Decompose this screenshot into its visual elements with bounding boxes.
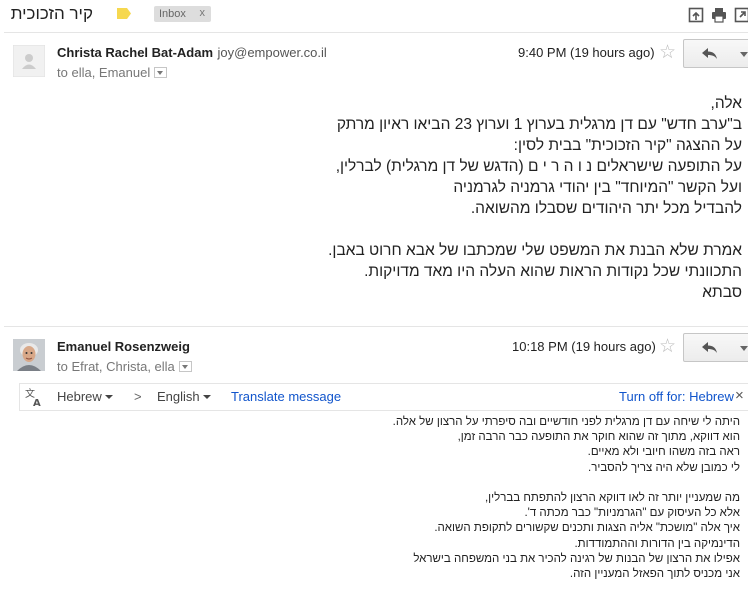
- show-details-dropdown[interactable]: [178, 361, 192, 373]
- sender-name[interactable]: Emanuel Rosenzweig: [57, 339, 190, 354]
- turn-off-translation-link[interactable]: Turn off for: Hebrew: [619, 389, 734, 404]
- body-line: סבתא: [702, 284, 742, 301]
- recipients-list: Efrat, Christa, ella: [71, 359, 175, 374]
- recipients-line: to ella, Emanuel: [57, 65, 168, 80]
- sender-block: Christa Rachel Bat-Adam joy@empower.co.i…: [57, 44, 327, 62]
- show-details-dropdown[interactable]: [154, 67, 168, 79]
- body-line: ב"ערב חדש" עם דן מרגלית בערוץ 1 וערוץ 23…: [336, 116, 742, 133]
- body-line: מה שמעניין יותר זה לאו דווקא הרצון להתפת…: [484, 491, 740, 504]
- body-line: לי כמובן שלא היה צריך להסביר.: [588, 461, 740, 474]
- star-icon[interactable]: ☆: [659, 41, 676, 64]
- sender-email: joy@empower.co.il: [217, 45, 327, 60]
- reply-button[interactable]: [683, 333, 737, 362]
- sender-name[interactable]: Christa Rachel Bat-Adam: [57, 45, 213, 60]
- body-line: על התופעה שישראלים נ ו ה ר י ם (הדגש של …: [335, 158, 742, 175]
- email-subject: קיר הזכוכית: [10, 4, 93, 23]
- avatar: [13, 339, 45, 371]
- body-line: אמרת שלא הבנת את המשפט שלי שמכתבו של אבא…: [328, 242, 742, 259]
- arrow-right-icon: >: [134, 389, 142, 404]
- chevron-down-icon: [104, 394, 113, 399]
- inbox-label-chip[interactable]: Inbox x: [154, 6, 211, 22]
- remove-label-button[interactable]: x: [200, 7, 206, 19]
- body-line: ראה בזה משהו חיובי ולא מאיים.: [587, 446, 740, 459]
- body-line: אני מכניס לתוך הפאזל המעניין הזה.: [569, 567, 740, 580]
- translate-message-link[interactable]: Translate message: [231, 389, 341, 404]
- message-time: 10:18 PM (19 hours ago): [512, 339, 656, 354]
- more-actions-button[interactable]: [736, 39, 748, 68]
- divider: [4, 326, 748, 327]
- body-line: אלה,: [710, 95, 742, 112]
- inbox-label-text: Inbox: [159, 8, 186, 20]
- recipients-line: to Efrat, Christa, ella: [57, 359, 192, 374]
- target-language-select[interactable]: English: [157, 389, 211, 404]
- svg-text:A: A: [33, 398, 41, 407]
- body-line: על ההצגה "קיר הזכוכית" בבית לסין:: [513, 137, 742, 154]
- body-line: אלא כל העיסוק עם "הגרמניות" כבר מכתה ד'.: [524, 507, 740, 520]
- reply-button[interactable]: [683, 39, 737, 68]
- body-line: הוא דווקא, מתוך זה שהוא חוקר את התופעה כ…: [457, 431, 740, 444]
- body-line: התכוונתי שכל נקודות הראות שהוא העלה היו …: [364, 263, 742, 280]
- translate-bar: 文 A Hebrew > English Translate message T…: [19, 383, 748, 411]
- target-language-label: English: [157, 389, 200, 404]
- divider: [4, 32, 748, 33]
- label-tag-icon: [117, 8, 131, 19]
- to-prefix: to: [57, 359, 68, 374]
- message-body: אלה, ב"ערב חדש" עם דן מרגלית בערוץ 1 וער…: [328, 93, 742, 303]
- archive-icon[interactable]: [688, 7, 704, 23]
- to-prefix: to: [57, 65, 68, 80]
- star-icon[interactable]: ☆: [659, 335, 676, 358]
- reply-icon: [702, 48, 717, 59]
- body-line: היתה לי שיחה עם דן מרגלית לפני חודשיים ו…: [392, 416, 740, 428]
- chevron-down-icon: [202, 394, 211, 399]
- body-line: איך אלה "מושכת" אליה הצגות ותכנים שקשורי…: [434, 522, 740, 535]
- more-actions-button[interactable]: [736, 333, 748, 362]
- source-language-label: Hebrew: [57, 389, 102, 404]
- recipients-list: ella, Emanuel: [71, 65, 151, 80]
- message-body: היתה לי שיחה עם דן מרגלית לפני חודשיים ו…: [393, 415, 740, 582]
- source-language-select[interactable]: Hebrew: [57, 389, 113, 404]
- print-icon[interactable]: [711, 7, 727, 23]
- close-icon[interactable]: ×: [735, 387, 744, 404]
- body-line: להבדיל מכל יתר היהודים שסבלו מהשואה.: [470, 200, 742, 217]
- translate-icon: 文 A: [25, 387, 41, 407]
- reply-icon: [702, 342, 717, 353]
- body-line: ועל הקשר "המיוחד" בין יהודי גרמניה לגרמנ…: [453, 179, 742, 196]
- body-line: [328, 219, 742, 240]
- body-line: אפילו את הרצון של הבנות של רגינה להכיר א…: [413, 552, 740, 565]
- body-line: [393, 476, 740, 491]
- body-line: הדינמיקה בין הדורות וההתמודדות.: [574, 537, 740, 550]
- message-time: 9:40 PM (19 hours ago): [518, 45, 655, 60]
- new-window-icon[interactable]: [734, 7, 748, 23]
- avatar-placeholder-icon: [13, 45, 45, 77]
